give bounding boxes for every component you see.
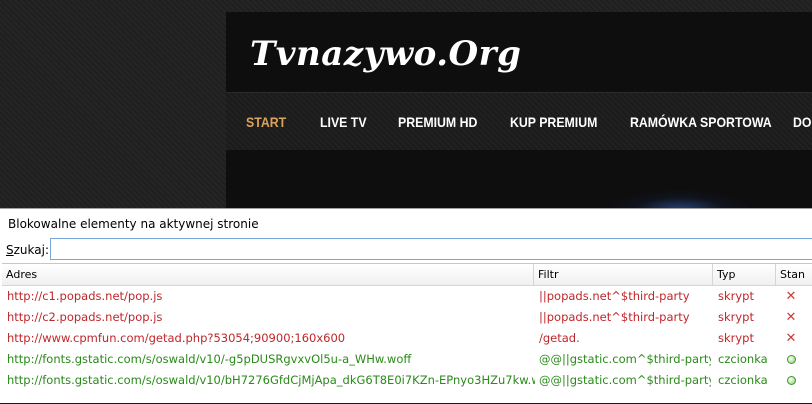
x-icon: ✕ — [785, 331, 797, 346]
site-logo[interactable]: Tvnazywo.Org — [250, 34, 521, 74]
row-address: http://c1.popads.net/pop.js — [7, 289, 163, 303]
table-row[interactable]: http://www.cpmfun.com/getad.php?53054;90… — [2, 328, 812, 349]
table-body: http://c1.popads.net/pop.js ||popads.net^… — [2, 286, 812, 391]
row-address: http://c2.popads.net/pop.js — [7, 310, 163, 324]
nav-item-ramowka-sportowa[interactable]: RAMÓWKA SPORTOWA — [630, 114, 772, 130]
nav-item-premium-hd[interactable]: PREMIUM HD — [398, 114, 477, 130]
panel-title: Blokowalne elementy na aktywnej stronie — [8, 217, 259, 231]
column-header-address[interactable]: Adres — [2, 264, 534, 286]
row-type: skrypt — [718, 310, 754, 324]
circle-ok-icon — [786, 355, 796, 364]
circle-ok-icon — [786, 376, 796, 385]
row-state: ✕ — [781, 307, 801, 328]
row-address: http://fonts.gstatic.com/s/oswald/v10/bH… — [7, 373, 535, 387]
row-type: skrypt — [718, 331, 754, 345]
table-row[interactable]: http://c2.popads.net/pop.js ||popads.net^… — [2, 307, 812, 328]
blockable-items-table: Adres Filtr Typ Stan http://c1.popads.ne… — [2, 263, 812, 404]
column-header-type[interactable]: Typ — [713, 264, 776, 286]
table-row[interactable]: http://c1.popads.net/pop.js ||popads.net^… — [2, 286, 812, 307]
blockable-items-panel: Blokowalne elementy na aktywnej stronie … — [0, 208, 812, 403]
column-header-filter[interactable]: Filtr — [534, 264, 713, 286]
row-type: czcionka — [718, 373, 768, 387]
table-row[interactable]: http://fonts.gstatic.com/s/oswald/v10/bH… — [2, 370, 812, 391]
website-viewport: Tvnazywo.Org START LIVE TV PREMIUM HD KU… — [0, 0, 812, 208]
nav-item-dod[interactable]: DOD — [793, 114, 812, 130]
row-filter: ||popads.net^$third-party — [539, 289, 690, 303]
row-state: ✕ — [781, 328, 801, 349]
row-state — [781, 349, 801, 370]
row-type: skrypt — [718, 289, 754, 303]
row-state: ✕ — [781, 286, 801, 307]
row-filter: ||popads.net^$third-party — [539, 310, 690, 324]
search-input[interactable] — [50, 238, 812, 260]
row-state — [781, 370, 801, 391]
search-label: Szukaj: — [6, 243, 49, 257]
x-icon: ✕ — [785, 310, 797, 325]
nav-item-kup-premium[interactable]: KUP PREMIUM — [510, 114, 597, 130]
row-type: czcionka — [718, 352, 768, 366]
row-address: http://www.cpmfun.com/getad.php?53054;90… — [7, 331, 346, 345]
nav-item-live-tv[interactable]: LIVE TV — [320, 114, 367, 130]
nav-item-start[interactable]: START — [246, 114, 286, 130]
row-address: http://fonts.gstatic.com/s/oswald/v10/-g… — [7, 352, 412, 366]
column-header-state[interactable]: Stan — [776, 264, 812, 286]
table-header: Adres Filtr Typ Stan — [2, 264, 812, 286]
table-row[interactable]: http://fonts.gstatic.com/s/oswald/v10/-g… — [2, 349, 812, 370]
x-icon: ✕ — [785, 289, 797, 304]
row-filter: /getad. — [539, 331, 580, 345]
row-filter: @@||gstatic.com^$third-party — [539, 373, 711, 387]
row-filter: @@||gstatic.com^$third-party — [539, 352, 711, 366]
